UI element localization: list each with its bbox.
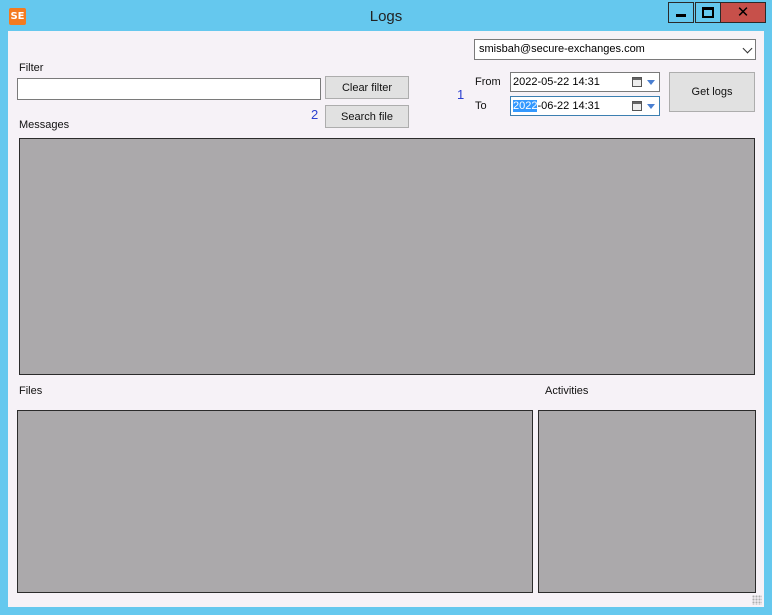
minimize-icon bbox=[676, 14, 686, 17]
resize-grip-icon[interactable] bbox=[752, 595, 762, 605]
from-date-picker[interactable]: 2022-05-22 14:31 bbox=[510, 72, 660, 92]
messages-label: Messages bbox=[19, 119, 70, 131]
window-title: Logs bbox=[369, 8, 403, 25]
to-date-picker[interactable]: 2022-06-22 14:31 bbox=[510, 96, 660, 116]
to-label: To bbox=[475, 100, 487, 112]
search-file-button[interactable]: Search file bbox=[325, 105, 409, 128]
dropdown-arrow-icon[interactable] bbox=[647, 104, 655, 109]
account-select-value: smisbah@secure-exchanges.com bbox=[479, 43, 645, 55]
window-client-area: Filter Clear filter 2 Search file smisba… bbox=[8, 31, 764, 607]
from-label: From bbox=[475, 76, 501, 88]
close-icon: ✕ bbox=[736, 4, 750, 21]
get-logs-button[interactable]: Get logs bbox=[669, 72, 755, 112]
maximize-icon bbox=[702, 7, 714, 18]
close-button[interactable]: ✕ bbox=[720, 2, 766, 23]
chevron-down-icon bbox=[742, 43, 753, 54]
annotation-2: 2 bbox=[311, 107, 319, 122]
filter-label: Filter bbox=[19, 62, 44, 74]
files-grid[interactable] bbox=[17, 410, 533, 593]
from-date-value: 2022-05-22 14:31 bbox=[513, 76, 600, 88]
activities-grid[interactable] bbox=[538, 410, 756, 593]
calendar-icon[interactable] bbox=[632, 77, 642, 87]
maximize-button[interactable] bbox=[695, 2, 721, 23]
annotation-1: 1 bbox=[457, 87, 465, 102]
filter-input[interactable] bbox=[17, 78, 321, 100]
activities-label: Activities bbox=[545, 385, 589, 397]
to-date-selected-segment[interactable]: 2022 bbox=[513, 100, 538, 112]
messages-grid[interactable] bbox=[19, 138, 755, 375]
minimize-button[interactable] bbox=[668, 2, 694, 23]
account-select[interactable]: smisbah@secure-exchanges.com bbox=[474, 39, 756, 60]
files-label: Files bbox=[19, 385, 43, 397]
dropdown-arrow-icon[interactable] bbox=[647, 80, 655, 85]
clear-filter-button[interactable]: Clear filter bbox=[325, 76, 409, 99]
calendar-icon[interactable] bbox=[632, 101, 642, 111]
title-bar: SE Logs ✕ bbox=[0, 0, 772, 31]
to-date-value: -06-22 14:31 bbox=[537, 100, 600, 112]
